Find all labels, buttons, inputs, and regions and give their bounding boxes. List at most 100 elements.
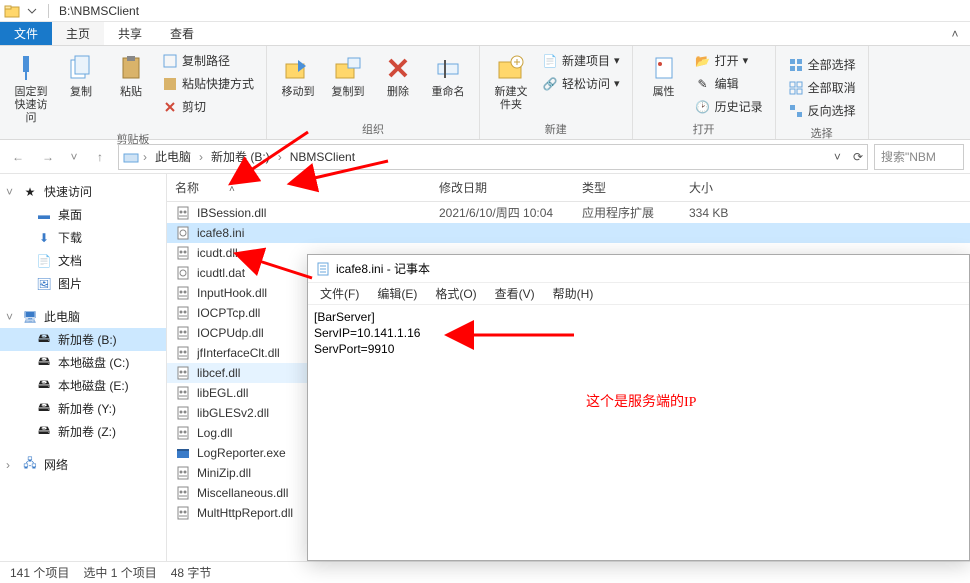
np-menu-view[interactable]: 查看(V) xyxy=(487,283,543,304)
file-icon xyxy=(175,485,191,501)
nav-pictures[interactable]: 🖼图片 xyxy=(0,272,166,295)
col-date[interactable]: 修改日期 xyxy=(431,174,574,201)
breadcrumb[interactable]: › 此电脑 › 新加卷 (B:) › NBMSClient ˅⟳ xyxy=(118,144,868,170)
tab-file[interactable]: 文件 xyxy=(0,22,52,45)
nav-volume-y[interactable]: 🖴新加卷 (Y:) xyxy=(0,397,166,420)
np-menu-format[interactable]: 格式(O) xyxy=(427,283,484,304)
nav-this-pc[interactable]: ˅🖥此电脑 xyxy=(0,305,166,328)
file-size xyxy=(681,232,771,234)
file-row[interactable]: icafe8.ini xyxy=(167,223,970,243)
group-new-label: 新建 xyxy=(488,119,624,139)
file-icon xyxy=(175,505,191,521)
np-menu-edit[interactable]: 编辑(E) xyxy=(369,283,425,304)
file-name: icudt.dll xyxy=(197,246,238,260)
ribbon-collapse-icon[interactable]: ˄ xyxy=(940,22,970,45)
file-name: jfInterfaceClt.dll xyxy=(197,346,280,360)
file-icon xyxy=(175,405,191,421)
file-icon xyxy=(175,385,191,401)
dropdown-icon[interactable] xyxy=(24,3,40,19)
properties-button[interactable]: 属性 xyxy=(641,48,687,103)
nav-documents[interactable]: 📄文档 xyxy=(0,249,166,272)
title-path: B:\NBMSClient xyxy=(59,4,139,18)
copy-button[interactable]: 复制 xyxy=(58,48,104,103)
file-icon xyxy=(175,345,191,361)
file-type: 应用程序扩展 xyxy=(574,203,681,222)
cut-button[interactable]: 剪切 xyxy=(158,96,258,117)
nav-back-button[interactable]: ← xyxy=(6,145,30,169)
drive-icon xyxy=(123,149,139,165)
selectall-button[interactable]: 全部选择 xyxy=(784,54,860,75)
nav-quick-access[interactable]: ˅★快速访问 xyxy=(0,180,166,203)
tab-home[interactable]: 主页 xyxy=(52,22,104,45)
selectnone-button[interactable]: 全部取消 xyxy=(784,77,860,98)
crumb-volume[interactable]: 新加卷 (B:) xyxy=(207,148,274,165)
nav-desktop[interactable]: ▬桌面 xyxy=(0,203,166,226)
notepad-title: icafe8.ini - 记事本 xyxy=(336,260,430,277)
newfolder-button[interactable]: 新建文件夹 xyxy=(488,48,534,116)
nav-network[interactable]: ›🖧网络 xyxy=(0,453,166,476)
drive-icon: 🖴 xyxy=(36,355,52,371)
col-size[interactable]: 大小 xyxy=(681,174,771,201)
copyto-button[interactable]: 复制到 xyxy=(325,48,371,103)
file-name: icudtl.dat xyxy=(197,266,245,280)
file-date xyxy=(431,232,574,234)
nav-volume-e[interactable]: 🖴本地磁盘 (E:) xyxy=(0,374,166,397)
crumb-pc[interactable]: 此电脑 xyxy=(151,148,195,165)
nav-volume-c[interactable]: 🖴本地磁盘 (C:) xyxy=(0,351,166,374)
tab-view[interactable]: 查看 xyxy=(156,22,208,45)
np-menu-file[interactable]: 文件(F) xyxy=(312,283,367,304)
file-icon xyxy=(175,445,191,461)
search-input[interactable]: 搜索"NBM xyxy=(874,144,964,170)
col-name[interactable]: 名称˄ xyxy=(167,174,431,201)
nav-forward-button[interactable]: → xyxy=(36,145,60,169)
tab-share[interactable]: 共享 xyxy=(104,22,156,45)
status-selection: 选中 1 个项目 xyxy=(83,564,156,581)
np-menu-help[interactable]: 帮助(H) xyxy=(545,283,602,304)
col-type[interactable]: 类型 xyxy=(574,174,681,201)
status-bar: 141 个项目 选中 1 个项目 48 字节 xyxy=(0,561,970,583)
newitem-button[interactable]: 📄新建项目 ▾ xyxy=(538,50,624,71)
edit-button[interactable]: ✎编辑 xyxy=(691,73,767,94)
sort-icon: ˄ xyxy=(229,184,235,195)
notepad-menu: 文件(F) 编辑(E) 格式(O) 查看(V) 帮助(H) xyxy=(308,283,969,305)
file-name: InputHook.dll xyxy=(197,286,267,300)
paste-button[interactable]: 粘贴 xyxy=(108,48,154,103)
file-date: 2021/6/10/周四 10:04 xyxy=(431,203,574,222)
nav-volume-z[interactable]: 🖴新加卷 (Z:) xyxy=(0,420,166,443)
file-size: 334 KB xyxy=(681,205,771,221)
file-icon xyxy=(175,305,191,321)
nav-volume-b[interactable]: 🖴新加卷 (B:) xyxy=(0,328,166,351)
ribbon-tabs: 文件 主页 共享 查看 ˄ xyxy=(0,22,970,46)
file-row[interactable]: IBSession.dll 2021/6/10/周四 10:04应用程序扩展334… xyxy=(167,202,970,223)
delete-button[interactable]: 删除 xyxy=(375,48,421,103)
rename-button[interactable]: 重命名 xyxy=(425,48,471,103)
ribbon: 固定到快速访问 复制 粘贴 复制路径 粘贴快捷方式 剪切 剪贴板 移动到 复制到… xyxy=(0,46,970,140)
folder-icon xyxy=(4,3,20,19)
pasteshortcut-button[interactable]: 粘贴快捷方式 xyxy=(158,73,258,94)
open-button[interactable]: 📂打开 ▾ xyxy=(691,50,767,71)
document-icon: 📄 xyxy=(36,253,52,269)
nav-up-button[interactable]: ↑ xyxy=(88,145,112,169)
dropdown-icon[interactable]: ˅ xyxy=(834,150,841,164)
refresh-icon[interactable]: ⟳ xyxy=(853,150,863,164)
notepad-text-area[interactable]: [BarServer] ServIP=10.141.1.16 ServPort=… xyxy=(308,305,969,560)
notepad-window[interactable]: icafe8.ini - 记事本 文件(F) 编辑(E) 格式(O) 查看(V)… xyxy=(307,254,970,561)
drive-icon: 🖴 xyxy=(36,378,52,394)
nav-downloads[interactable]: ⬇下载 xyxy=(0,226,166,249)
easyaccess-button[interactable]: 🔗轻松访问 ▾ xyxy=(538,73,624,94)
history-button[interactable]: 🕑历史记录 xyxy=(691,96,767,117)
status-size: 48 字节 xyxy=(171,564,212,581)
pin-button[interactable]: 固定到快速访问 xyxy=(8,48,54,129)
drive-icon: 🖴 xyxy=(36,332,52,348)
column-headers[interactable]: 名称˄ 修改日期 类型 大小 xyxy=(167,174,970,202)
notepad-titlebar[interactable]: icafe8.ini - 记事本 xyxy=(308,255,969,283)
invert-button[interactable]: 反向选择 xyxy=(784,100,860,121)
file-icon xyxy=(175,465,191,481)
copypath-button[interactable]: 复制路径 xyxy=(158,50,258,71)
group-select-label: 选择 xyxy=(784,123,860,143)
moveto-button[interactable]: 移动到 xyxy=(275,48,321,103)
file-name: IBSession.dll xyxy=(197,206,266,220)
crumb-folder[interactable]: NBMSClient xyxy=(286,150,359,164)
nav-recent-button[interactable]: ˅ xyxy=(66,145,82,169)
network-icon: 🖧 xyxy=(22,457,38,473)
